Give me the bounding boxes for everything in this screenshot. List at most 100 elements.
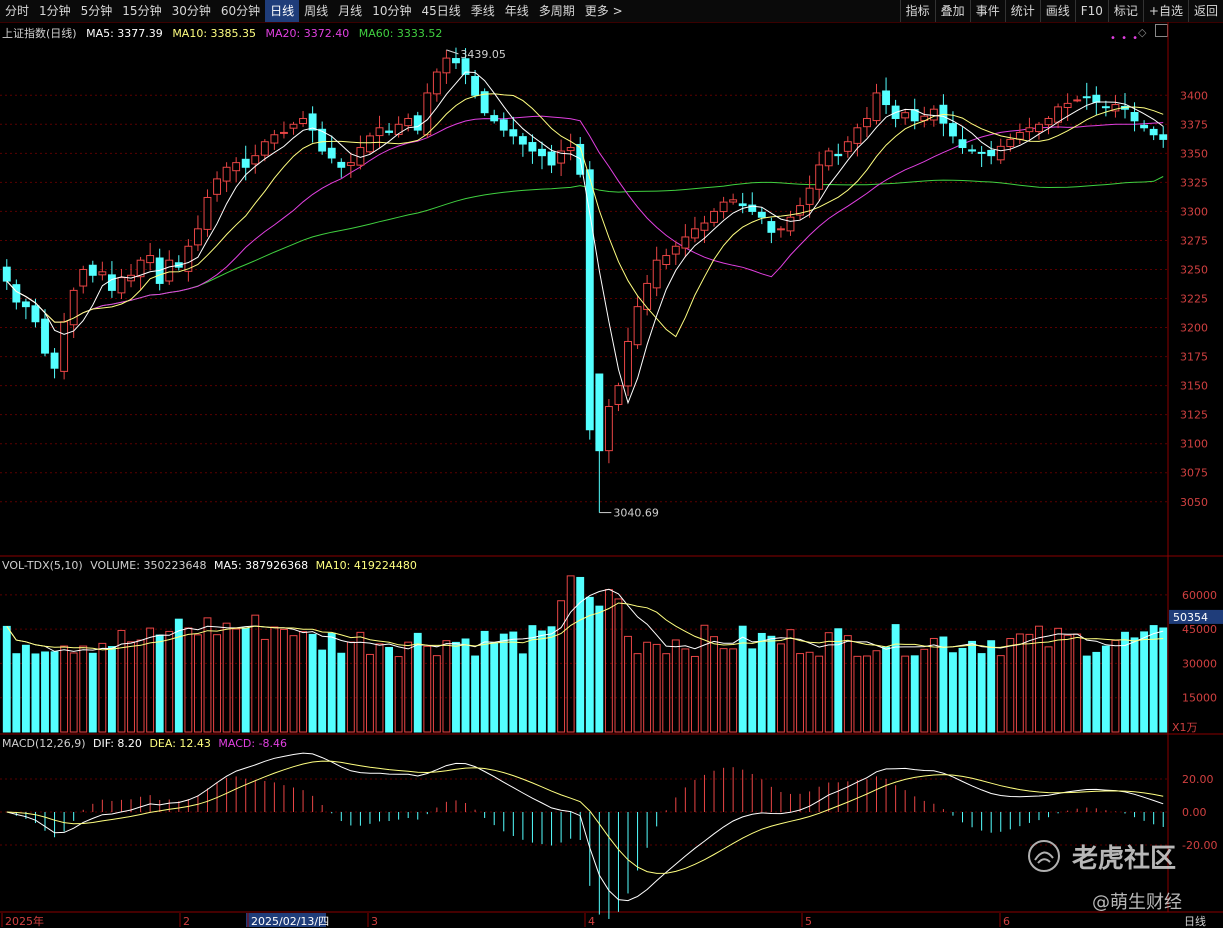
volume-bar xyxy=(901,655,910,733)
price-tick-label: 3175 xyxy=(1180,351,1208,364)
volume-bar xyxy=(423,645,432,733)
volume-bar xyxy=(385,646,394,733)
volume-tick-label: 30000 xyxy=(1182,657,1217,670)
candle-body xyxy=(490,115,499,122)
candle-body xyxy=(929,108,938,121)
candle-body xyxy=(270,134,279,144)
volume-bar xyxy=(98,642,107,733)
volume-bar xyxy=(1073,633,1082,733)
candle-body xyxy=(643,282,652,310)
x-axis-label: 5 xyxy=(805,915,812,928)
volume-bar xyxy=(776,643,785,733)
volume-bar xyxy=(977,653,986,733)
volume-bar xyxy=(1140,631,1149,733)
x-axis-label: 2025年 xyxy=(5,914,44,928)
volume-bar xyxy=(805,651,814,733)
candle-body xyxy=(1044,117,1053,126)
candle-body xyxy=(1035,123,1043,133)
x-axis-label: 2 xyxy=(183,915,190,928)
volume-bar xyxy=(815,655,824,733)
volume-bar xyxy=(614,598,623,733)
volume-tick-label: 45000 xyxy=(1182,623,1217,636)
candle-body xyxy=(1054,106,1063,123)
candle-body xyxy=(423,92,432,136)
volume-bar xyxy=(1015,633,1024,733)
candle-body xyxy=(404,117,413,127)
volume-bar xyxy=(1121,631,1129,733)
volume-bar xyxy=(356,631,365,733)
volume-bar xyxy=(738,625,747,733)
x-axis-label: 4 xyxy=(588,915,595,928)
volume-bar xyxy=(394,656,403,733)
volume-bar xyxy=(786,629,795,733)
macd-tick-label: -20.00 xyxy=(1182,839,1217,852)
volume-bar xyxy=(767,635,776,733)
volume-bar xyxy=(280,628,288,733)
candle-body xyxy=(2,266,11,282)
candle-body xyxy=(31,305,40,323)
candle-body xyxy=(241,158,250,168)
watermark-author: @萌生财经 xyxy=(1092,892,1182,913)
candle-body xyxy=(805,187,814,205)
volume-bar xyxy=(1006,638,1015,733)
price-tick-label: 3325 xyxy=(1180,176,1208,189)
volume-bar xyxy=(184,627,193,733)
candle-body xyxy=(776,228,785,231)
candle-body xyxy=(1063,102,1072,109)
candle-body xyxy=(872,92,881,122)
volume-bar xyxy=(375,643,384,733)
candle-body xyxy=(518,136,527,145)
kline-chart[interactable]: 3400 3375 3350 3325 3300 3275 3250 3225 3200 3175… xyxy=(0,0,1223,928)
candle-body xyxy=(633,306,642,346)
low-price-label: 3040.69 xyxy=(613,507,659,520)
volume-bar xyxy=(690,655,699,733)
candle-body xyxy=(949,123,957,137)
volume-tick-label: 15000 xyxy=(1182,692,1217,705)
candle-body xyxy=(595,373,604,452)
candle-body xyxy=(528,142,537,152)
volume-bar xyxy=(1111,639,1120,733)
candle-body xyxy=(729,199,738,203)
candle-body xyxy=(375,127,384,137)
candle-body xyxy=(88,264,97,276)
volume-bar xyxy=(193,634,202,733)
volume-bar xyxy=(480,630,489,733)
candle-body xyxy=(280,131,288,134)
candle-body xyxy=(146,255,155,264)
candle-body xyxy=(987,149,996,157)
candle-body xyxy=(385,130,394,133)
volume-bar xyxy=(452,641,460,733)
candle-body xyxy=(366,135,374,153)
volume-bar xyxy=(213,634,221,733)
volume-bar xyxy=(490,642,499,733)
volume-bar xyxy=(633,653,642,733)
candle-body xyxy=(671,245,680,255)
ma5-line xyxy=(6,71,1164,405)
volume-bar xyxy=(270,626,279,733)
candle-body xyxy=(824,150,833,167)
volume-bar xyxy=(1082,655,1091,733)
volume-bar xyxy=(757,632,766,733)
high-price-label: 3439.05 xyxy=(460,48,506,61)
volume-bar xyxy=(882,646,890,733)
volume-bar xyxy=(528,625,537,733)
volume-bar xyxy=(719,648,728,733)
candle-body xyxy=(604,406,613,452)
macd-tick-label: 20.00 xyxy=(1182,773,1214,786)
volume-bar xyxy=(203,617,212,733)
volume-bar xyxy=(432,655,441,733)
candle-body xyxy=(289,123,298,129)
x-axis-label: 2025/02/13/四 xyxy=(251,915,329,928)
candle-body xyxy=(843,141,852,152)
volume-bar xyxy=(671,639,680,733)
candle-body xyxy=(547,151,556,166)
candle-body xyxy=(1159,134,1168,140)
volume-bar xyxy=(518,653,527,733)
candle-body xyxy=(863,117,871,128)
volume-bar xyxy=(662,653,671,733)
volume-bar xyxy=(404,641,413,733)
watermark-brand: 老虎社区 xyxy=(1072,844,1177,874)
volume-bar xyxy=(710,636,718,733)
volume-bar xyxy=(843,635,852,733)
volume-bar xyxy=(748,648,757,733)
